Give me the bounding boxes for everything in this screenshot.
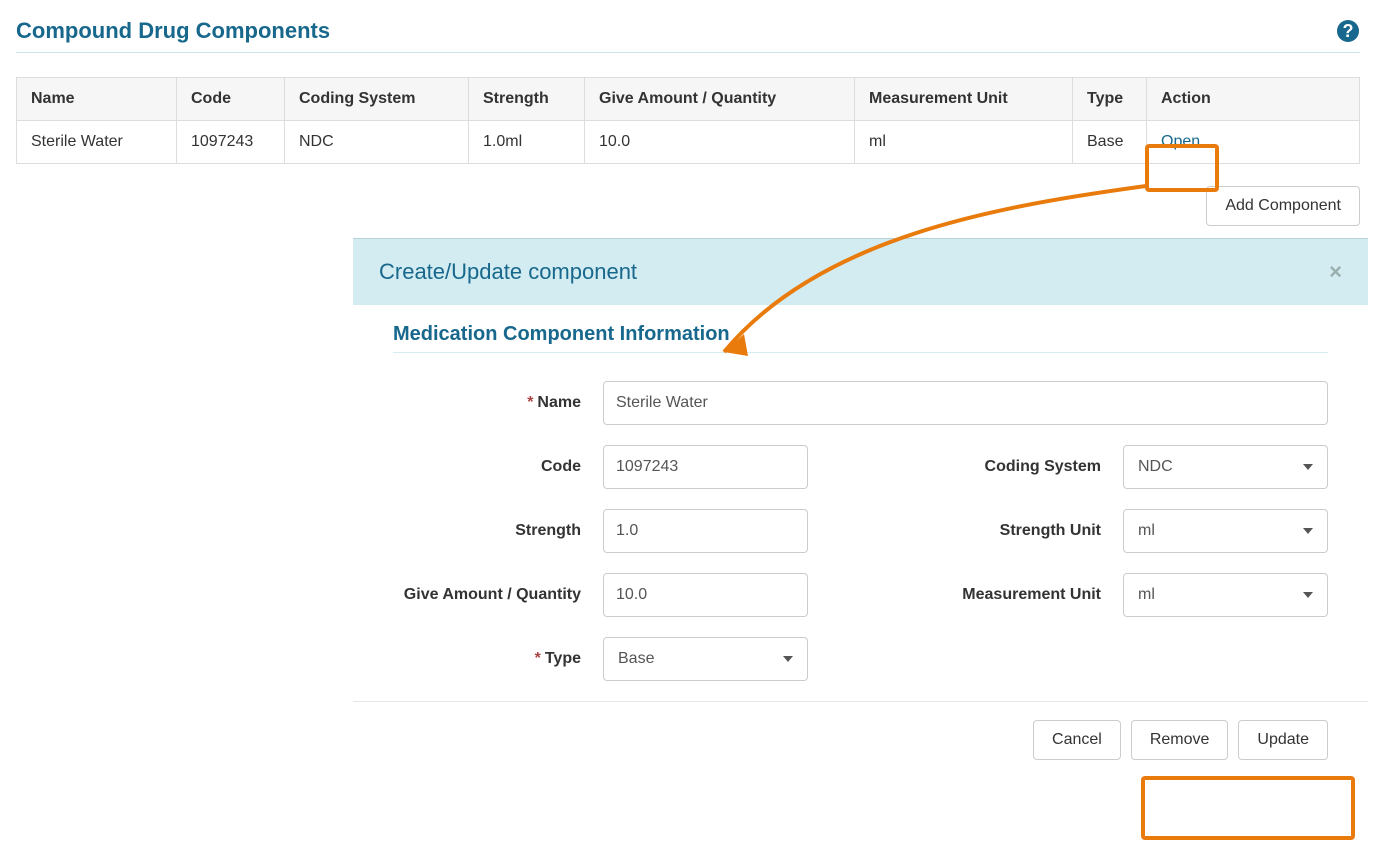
panel-header: Create/Update component × (353, 238, 1368, 305)
col-header-action: Action (1147, 78, 1360, 121)
cell-measurement-unit: ml (855, 121, 1073, 164)
cancel-button[interactable]: Cancel (1033, 720, 1121, 760)
update-button[interactable]: Update (1238, 720, 1328, 760)
label-type: *Type (393, 649, 603, 669)
type-value: Base (618, 650, 654, 668)
add-component-button[interactable]: Add Component (1206, 186, 1360, 226)
panel-subtitle: Medication Component Information (393, 323, 1328, 353)
give-amount-field[interactable] (603, 573, 808, 617)
strength-unit-value: ml (1138, 522, 1155, 540)
measurement-unit-select[interactable]: ml (1123, 573, 1328, 617)
section-title: Compound Drug Components (16, 18, 330, 44)
cell-name: Sterile Water (17, 121, 177, 164)
col-header-measurement-unit: Measurement Unit (855, 78, 1073, 121)
col-header-give-amount: Give Amount / Quantity (585, 78, 855, 121)
close-icon[interactable]: × (1329, 259, 1342, 285)
remove-button[interactable]: Remove (1131, 720, 1229, 760)
caret-down-icon (1303, 528, 1313, 534)
label-strength: Strength (393, 521, 603, 541)
code-field[interactable] (603, 445, 808, 489)
cell-strength: 1.0ml (469, 121, 585, 164)
caret-down-icon (783, 656, 793, 662)
label-code: Code (393, 457, 603, 477)
help-icon[interactable]: ? (1336, 19, 1360, 43)
type-select[interactable]: Base (603, 637, 808, 681)
col-header-strength: Strength (469, 78, 585, 121)
cell-code: 1097243 (177, 121, 285, 164)
form-row-code: Code Coding System NDC (393, 445, 1328, 489)
form-row-type: *Type Base (393, 637, 1328, 681)
annotation-highlight-buttons (1141, 776, 1355, 840)
col-header-code: Code (177, 78, 285, 121)
table-header-row: Name Code Coding System Strength Give Am… (17, 78, 1360, 121)
add-button-row: Add Component (16, 186, 1360, 226)
open-link[interactable]: Open (1161, 133, 1200, 150)
cell-coding-system: NDC (285, 121, 469, 164)
caret-down-icon (1303, 464, 1313, 470)
panel-footer: Cancel Remove Update (353, 701, 1368, 778)
table-row: Sterile Water 1097243 NDC 1.0ml 10.0 ml … (17, 121, 1360, 164)
name-field[interactable] (603, 381, 1328, 425)
label-name: *Name (393, 393, 603, 413)
strength-field[interactable] (603, 509, 808, 553)
measurement-unit-value: ml (1138, 586, 1155, 604)
strength-unit-select[interactable]: ml (1123, 509, 1328, 553)
label-strength-unit: Strength Unit (808, 522, 1123, 540)
col-header-coding-system: Coding System (285, 78, 469, 121)
panel-title: Create/Update component (379, 259, 637, 285)
svg-text:?: ? (1343, 21, 1354, 41)
coding-system-select[interactable]: NDC (1123, 445, 1328, 489)
section-header: Compound Drug Components ? (16, 18, 1360, 53)
cell-type: Base (1073, 121, 1147, 164)
label-measurement-unit: Measurement Unit (808, 586, 1123, 604)
col-header-type: Type (1073, 78, 1147, 121)
form-row-strength: Strength Strength Unit ml (393, 509, 1328, 553)
create-update-panel: Create/Update component × Medication Com… (353, 238, 1368, 778)
label-coding-system: Coding System (808, 458, 1123, 476)
panel-body: Medication Component Information *Name C… (353, 305, 1368, 681)
components-table: Name Code Coding System Strength Give Am… (16, 77, 1360, 164)
cell-give-amount: 10.0 (585, 121, 855, 164)
coding-system-value: NDC (1138, 458, 1173, 476)
form-row-give-amount: Give Amount / Quantity Measurement Unit … (393, 573, 1328, 617)
caret-down-icon (1303, 592, 1313, 598)
label-give-amount: Give Amount / Quantity (393, 585, 603, 605)
col-header-name: Name (17, 78, 177, 121)
form-row-name: *Name (393, 381, 1328, 425)
